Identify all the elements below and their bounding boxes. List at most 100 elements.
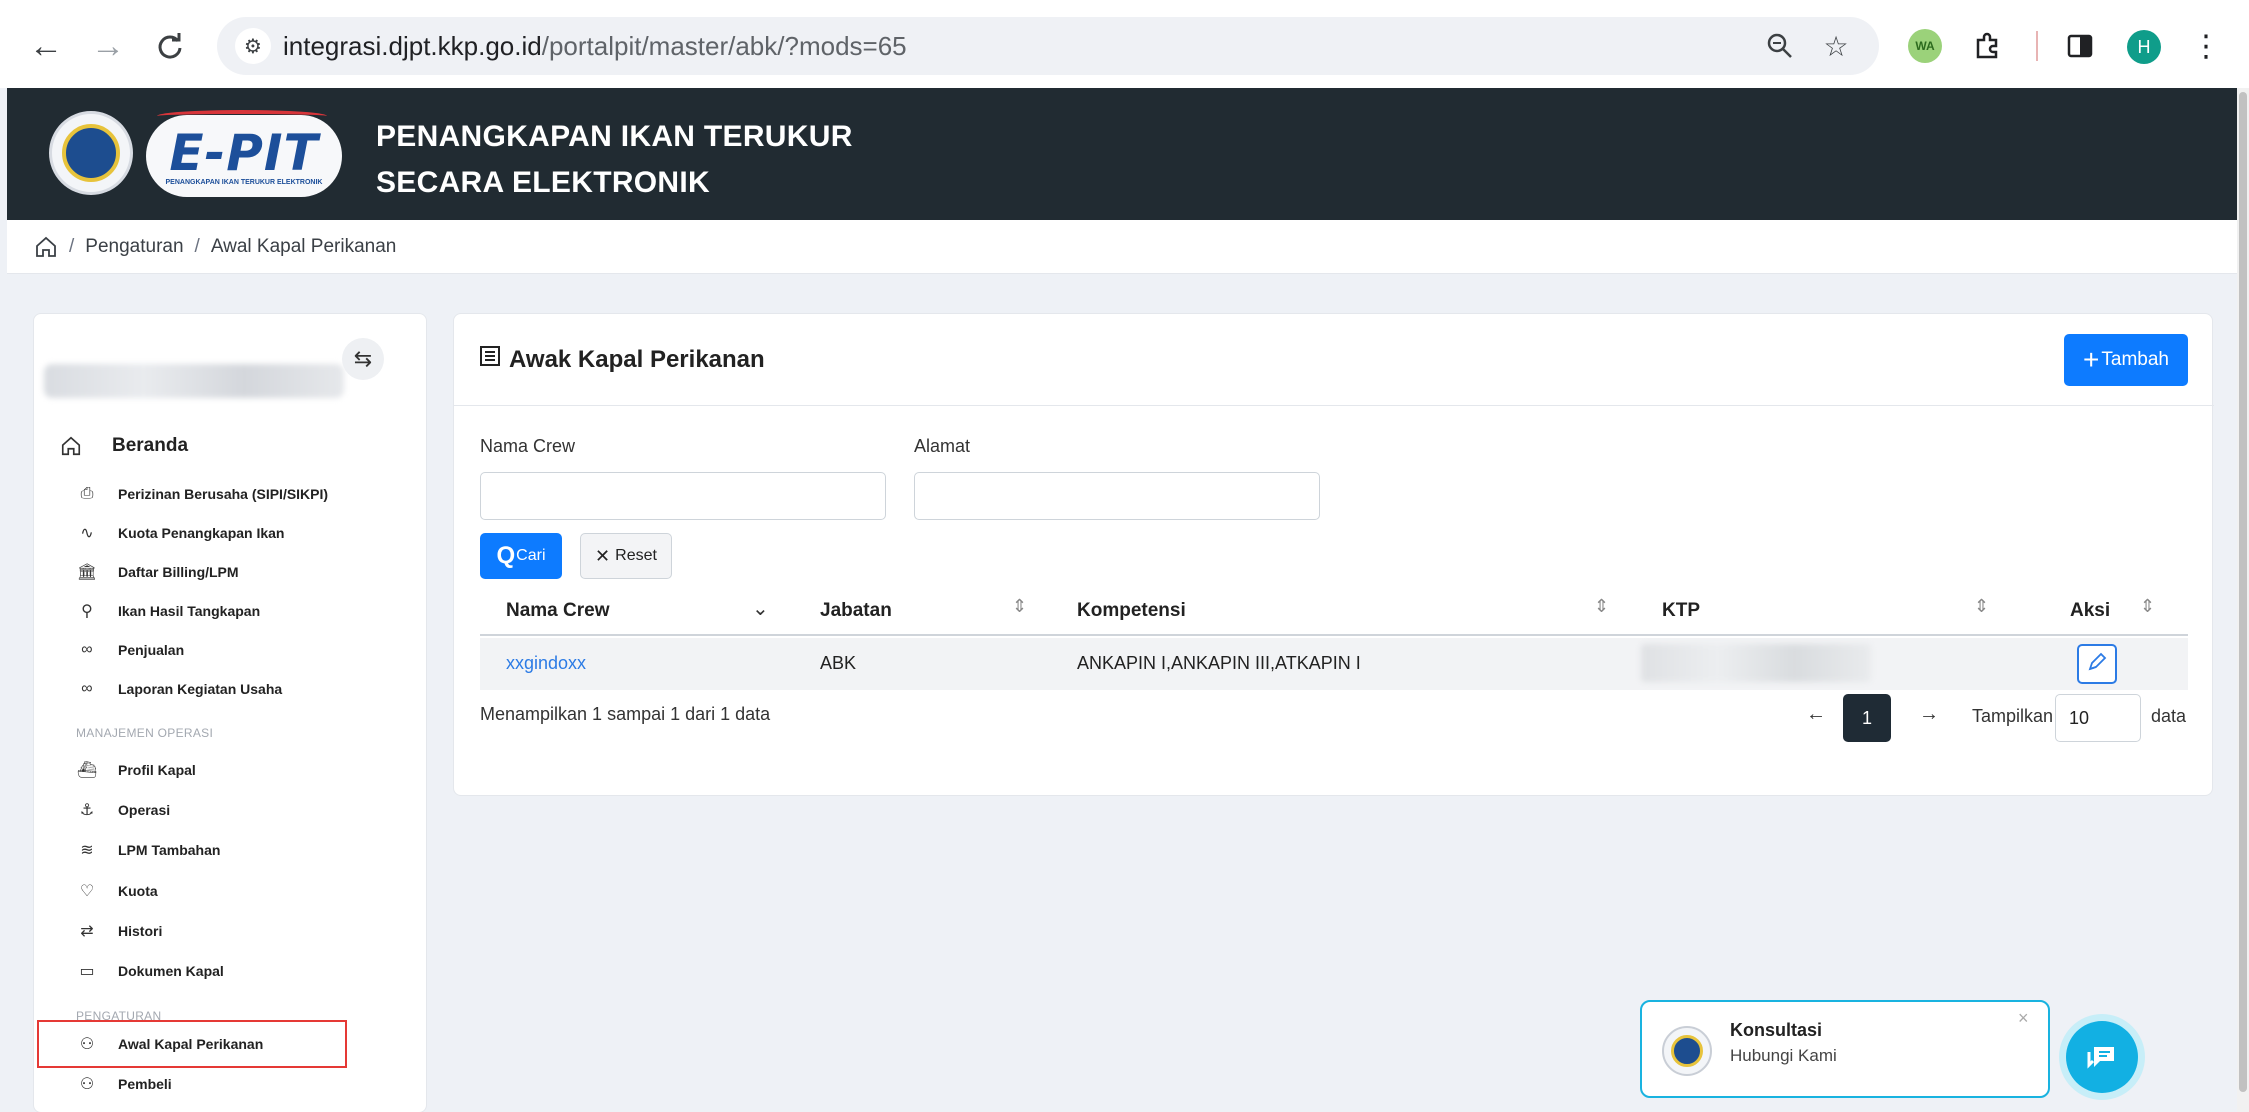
browser-toolbar: ← → ⚙ integrasi.djpt.kkp.go.id/portalpit… bbox=[0, 0, 2249, 88]
sort-icon[interactable]: ⇕ bbox=[2140, 596, 2155, 617]
epit-logo[interactable]: E-PIT PENANGKAPAN IKAN TERUKUR ELEKTRONI… bbox=[146, 115, 342, 197]
heart-icon: ♡ bbox=[79, 883, 95, 900]
sort-icon[interactable]: ⇕ bbox=[1594, 596, 1609, 617]
close-icon: ✕ bbox=[595, 545, 611, 566]
data-label: data bbox=[2151, 706, 2187, 726]
search-icon: Q bbox=[496, 542, 516, 569]
edit-button[interactable] bbox=[2077, 644, 2117, 684]
crew-kompetensi: ANKAPIN I,ANKAPIN III,ATKAPIN I bbox=[1077, 653, 1361, 673]
app-header: E-PIT PENANGKAPAN IKAN TERUKUR ELEKTRONI… bbox=[7, 88, 2237, 220]
sidebar-item-kuota-penangkapan[interactable]: ∿ Kuota Penangkapan Ikan bbox=[34, 515, 426, 551]
crew-jabatan: ABK bbox=[820, 653, 857, 673]
konsultasi-title: Konsultasi bbox=[1730, 1020, 1823, 1040]
pager-next[interactable]: → bbox=[1919, 703, 1939, 726]
bookmark-star-icon[interactable]: ☆ bbox=[1819, 29, 1853, 63]
nama-crew-input[interactable] bbox=[480, 472, 886, 520]
sidebar-item-pembeli[interactable]: ⚇ Pembeli bbox=[34, 1066, 426, 1102]
page-title: Awak Kapal Perikanan bbox=[479, 345, 765, 374]
chat-button[interactable] bbox=[2059, 1014, 2145, 1100]
ktp-redacted bbox=[1641, 644, 1871, 682]
sidebar-item-lpm-tambahan[interactable]: ≋ LPM Tambahan bbox=[34, 832, 426, 868]
sidebar-item-beranda[interactable]: Beranda bbox=[34, 428, 426, 464]
menu-kebab-icon[interactable]: ⋮ bbox=[2186, 26, 2226, 66]
forward-arrow-icon[interactable]: → bbox=[84, 22, 132, 70]
breadcrumb-item-pengaturan[interactable]: Pengaturan bbox=[85, 236, 183, 258]
profile-avatar[interactable]: H bbox=[2127, 30, 2161, 64]
toolbar-divider bbox=[2036, 31, 2038, 61]
table-row: xxgindoxx ABK ANKAPIN I,ANKAPIN III,ATKA… bbox=[480, 638, 2188, 690]
pager-page-1[interactable]: 1 bbox=[1843, 694, 1891, 742]
show-label: Tampilkan bbox=[1972, 706, 2054, 726]
zoom-icon[interactable] bbox=[1763, 29, 1797, 63]
activity-icon: ∿ bbox=[80, 525, 94, 542]
page-size-input[interactable]: 10 bbox=[2055, 694, 2141, 742]
layers-icon: ≋ bbox=[80, 842, 94, 859]
app-title: PENANGKAPAN IKAN TERUKUR SECARA ELEKTRON… bbox=[376, 120, 853, 199]
sidebar-item-histori[interactable]: ⇄ Histori bbox=[34, 913, 426, 949]
column-header-nama[interactable]: Nama Crew bbox=[506, 600, 610, 622]
sidebar-item-perizinan[interactable]: ⎙ Perizinan Berusaha (SIPI/SIKPI) bbox=[34, 476, 426, 512]
sidebar-item-operasi[interactable]: ⚓ Operasi bbox=[34, 792, 426, 828]
sidebar-item-penjualan[interactable]: ∞ Penjualan bbox=[34, 632, 426, 668]
sidebar-toggle-icon[interactable]: ⇆ bbox=[342, 338, 384, 380]
plus-icon: + bbox=[2083, 344, 2100, 375]
main-panel: Awak Kapal Perikanan + Tambah Nama Crew … bbox=[453, 313, 2214, 796]
breadcrumb: / Pengaturan / Awal Kapal Perikanan bbox=[7, 220, 2237, 274]
section-label-operasi: MANAJEMEN OPERASI bbox=[76, 726, 214, 740]
close-icon[interactable]: × bbox=[2018, 1008, 2029, 1029]
panel-header: Awak Kapal Perikanan + Tambah bbox=[454, 314, 2214, 406]
address-bar[interactable]: ⚙ integrasi.djpt.kkp.go.id/portalpit/mas… bbox=[217, 17, 1879, 75]
pencil-icon bbox=[2087, 652, 2107, 677]
site-settings-icon[interactable]: ⚙ bbox=[235, 28, 271, 64]
search-button[interactable]: Q Cari bbox=[480, 533, 562, 579]
column-header-aksi[interactable]: Aksi bbox=[2070, 600, 2110, 622]
handshake-icon: ∞ bbox=[81, 680, 93, 697]
ship-icon: ⛴ bbox=[76, 762, 98, 779]
archive-icon: ▭ bbox=[79, 963, 95, 980]
column-header-ktp[interactable]: KTP bbox=[1662, 600, 1700, 622]
whatsapp-extension-icon[interactable]: WA bbox=[1908, 29, 1942, 63]
alamat-input[interactable] bbox=[914, 472, 1320, 520]
handshake-icon: ∞ bbox=[81, 641, 93, 658]
home-icon bbox=[60, 435, 82, 457]
alamat-label: Alamat bbox=[914, 436, 971, 456]
fish-icon: ⚲ bbox=[81, 603, 93, 620]
sidebar-item-billing[interactable]: 🏛 Daftar Billing/LPM bbox=[34, 554, 426, 590]
kkp-logo bbox=[49, 111, 133, 195]
bank-icon: 🏛 bbox=[76, 564, 98, 581]
add-button[interactable]: + Tambah bbox=[2064, 334, 2188, 386]
sidebar-item-profil-kapal[interactable]: ⛴ Profil Kapal bbox=[34, 752, 426, 788]
extensions-puzzle-icon[interactable] bbox=[1968, 26, 2008, 66]
column-header-kompetensi[interactable]: Kompetensi bbox=[1077, 600, 1186, 622]
logo-swoosh bbox=[157, 110, 327, 122]
chevron-down-icon[interactable]: ⌄ bbox=[752, 596, 769, 621]
konsultasi-subtitle: Hubungi Kami bbox=[1730, 1046, 1837, 1065]
kkp-logo bbox=[1662, 1026, 1712, 1076]
url-text[interactable]: integrasi.djpt.kkp.go.id/portalpit/maste… bbox=[283, 31, 907, 62]
page-scrollbar-thumb[interactable] bbox=[2239, 92, 2247, 1092]
konsultasi-widget[interactable]: Konsultasi Hubungi Kami × bbox=[1640, 1000, 2050, 1098]
table-header: Nama Crew ⌄ Jabatan ⇕ Kompetensi ⇕ KTP ⇕… bbox=[480, 586, 2188, 636]
crew-name-link[interactable]: xxgindoxx bbox=[506, 653, 586, 674]
anchor-icon: ⚓ bbox=[79, 802, 95, 819]
sidebar-item-ikan-hasil[interactable]: ⚲ Ikan Hasil Tangkapan bbox=[34, 593, 426, 629]
breadcrumb-item-current: Awal Kapal Perikanan bbox=[210, 235, 397, 257]
sidebar-item-dokumen-kapal[interactable]: ▭ Dokumen Kapal bbox=[34, 953, 426, 989]
sort-icon[interactable]: ⇕ bbox=[1974, 596, 1989, 617]
document-icon: ⎙ bbox=[80, 485, 94, 502]
user-group-icon: ⚇ bbox=[79, 1076, 95, 1093]
company-name-redacted bbox=[44, 364, 344, 398]
reload-icon[interactable] bbox=[146, 22, 194, 70]
home-icon[interactable] bbox=[34, 235, 58, 259]
back-arrow-icon[interactable]: ← bbox=[22, 22, 70, 70]
reset-button[interactable]: ✕ Reset bbox=[580, 533, 672, 579]
sort-icon[interactable]: ⇕ bbox=[1012, 596, 1027, 617]
side-panel-icon[interactable] bbox=[2060, 26, 2100, 66]
chat-bubble-icon bbox=[2066, 1021, 2138, 1093]
nama-crew-label: Nama Crew bbox=[480, 436, 576, 456]
sidebar-item-laporan[interactable]: ∞ Laporan Kegiatan Usaha bbox=[34, 671, 426, 707]
sidebar: ⇆ Beranda ⎙ Perizinan Berusaha (SIPI/SIK… bbox=[33, 313, 427, 1112]
column-header-jabatan[interactable]: Jabatan bbox=[820, 600, 892, 622]
sidebar-item-kuota[interactable]: ♡ Kuota bbox=[34, 873, 426, 909]
pager-prev[interactable]: ← bbox=[1806, 703, 1826, 726]
